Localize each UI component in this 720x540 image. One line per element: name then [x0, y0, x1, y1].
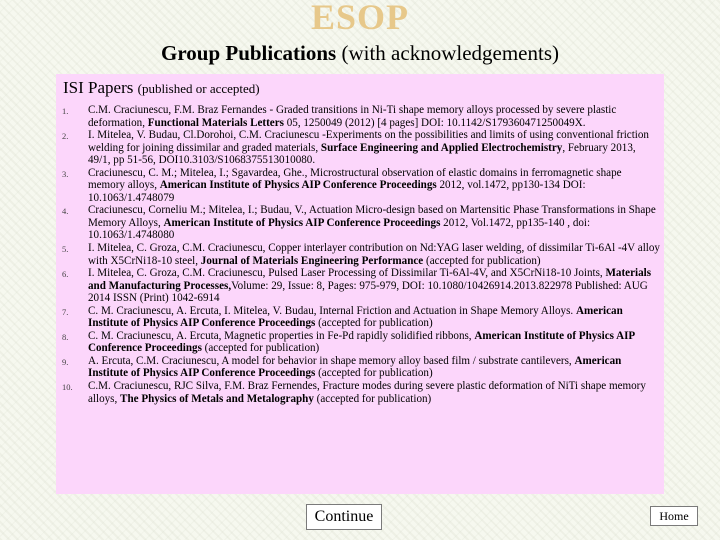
publication-segment: I. Mitelea, C. Groza, C.M. Craciunescu, …: [88, 267, 606, 280]
publication-text: C.M. Craciunescu, RJC Silva, F.M. Braz F…: [88, 380, 646, 405]
publication-item: 7. C. M. Craciunescu, A. Ercuta, I. Mitel…: [56, 305, 664, 330]
publication-venue: Functional Materials Letters: [147, 116, 284, 129]
publication-number: 5.: [62, 244, 69, 255]
publication-item: 10. C.M. Craciunescu, RJC Silva, F.M. Bra…: [56, 380, 664, 405]
publication-text: C. M. Craciunescu, A. Ercuta, Magnetic p…: [88, 330, 635, 355]
publication-segment: C. M. Craciunescu, A. Ercuta, I. Mitelea…: [88, 304, 576, 317]
publication-number: 6.: [62, 269, 69, 280]
publication-item: 9. A. Ercuta, C.M. Craciunescu, A model f…: [56, 355, 664, 380]
publication-venue: American Institute of Physics AIP Confer…: [159, 179, 437, 192]
publication-text: Craciunescu, Corneliu M.; Mitelea, I.; B…: [88, 204, 656, 241]
publication-venue: Surface Engineering and Applied Electroc…: [320, 141, 563, 154]
publication-text: Craciunescu, C. M.; Mitelea, I.; Sgavard…: [88, 167, 622, 204]
publication-number: 7.: [62, 306, 69, 317]
publication-item: 8. C. M. Craciunescu, A. Ercuta, Magnetic…: [56, 330, 664, 355]
page-title: Group Publications (with acknowledgement…: [0, 41, 720, 66]
panel-title: ISI Papers (published or accepted): [63, 78, 260, 98]
panel-title-main: ISI Papers: [63, 78, 134, 97]
publication-item: 6. I. Mitelea, C. Groza, C.M. Craciunescu…: [56, 267, 664, 305]
panel-title-subtitle: (published or accepted): [137, 81, 260, 96]
publication-number: 1.: [62, 106, 69, 116]
publication-venue: American Institute of Physics AIP Confer…: [163, 216, 441, 229]
publication-number: 2.: [62, 131, 69, 142]
publication-item: 1. C.M. Craciunescu, F.M. Braz Fernandes …: [56, 104, 664, 129]
publication-segment: (accepted for publication): [315, 317, 433, 330]
publication-segment: (accepted for publication): [423, 254, 541, 267]
publication-text: I. Mitelea, V. Budau, Cl.Dorohoi, C.M. C…: [88, 129, 649, 166]
publication-text: C. M. Craciunescu, A. Ercuta, I. Mitelea…: [88, 305, 623, 330]
page-title-rest: (with acknowledgements): [336, 41, 560, 65]
publication-item: 2. I. Mitelea, V. Budau, Cl.Dorohoi, C.M.…: [56, 129, 664, 167]
publications-panel: ISI Papers (published or accepted) 1. C.M…: [56, 74, 664, 494]
publication-venue: Journal of Materials Engineering Perform…: [200, 254, 424, 267]
publication-number: 3.: [62, 168, 69, 179]
publication-list: 1. C.M. Craciunescu, F.M. Braz Fernandes …: [56, 104, 664, 405]
publication-segment: (accepted for publication): [313, 392, 432, 405]
publication-number: 9.: [62, 356, 69, 367]
publication-text: I. Mitelea, C. Groza, C.M. Craciunescu, …: [88, 267, 651, 304]
publication-item: 4. Craciunescu, Corneliu M.; Mitelea, I.;…: [56, 204, 664, 242]
publication-text: A. Ercuta, C.M. Craciunescu, A model for…: [88, 355, 621, 380]
publication-number: 4.: [62, 206, 69, 217]
publication-text: I. Mitelea, C. Groza, C.M. Craciunescu, …: [88, 242, 660, 267]
publication-segment: (accepted for publication): [201, 342, 320, 355]
publication-venue: The Physics of Metals and Metalography: [120, 392, 314, 405]
page-title-bold: Group Publications: [160, 41, 337, 65]
continue-button[interactable]: Continue: [306, 504, 382, 530]
esop-logo: ESOP: [310, 0, 410, 37]
publication-item: 5. I. Mitelea, C. Groza, C.M. Craciunescu…: [56, 242, 664, 267]
publication-number: 8.: [62, 331, 69, 342]
publication-item: 3. Craciunescu, C. M.; Mitelea, I.; Sgava…: [56, 167, 664, 205]
publication-segment: (accepted for publication): [315, 367, 433, 380]
publication-segment: C. M. Craciunescu, A. Ercuta, Magnetic p…: [88, 329, 475, 342]
publication-text: C.M. Craciunescu, F.M. Braz Fernandes - …: [88, 104, 616, 129]
publication-segment: A. Ercuta, C.M. Craciunescu, A model for…: [88, 354, 575, 367]
home-button[interactable]: Home: [650, 506, 698, 526]
publication-number: 10.: [62, 382, 73, 393]
publication-segment: 05, 1250049 (2012) [4 pages] DOI: 10.114…: [283, 116, 586, 129]
